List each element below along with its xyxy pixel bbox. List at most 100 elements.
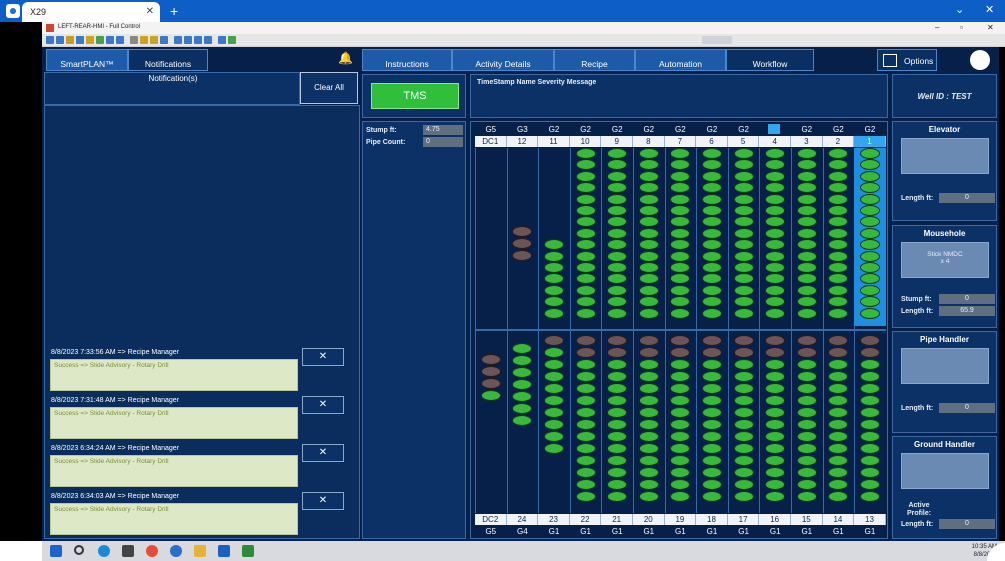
pipe-joint-used[interactable] — [480, 378, 501, 389]
pipe-joint-used[interactable] — [512, 226, 533, 237]
lower-slot-number[interactable]: 24 — [506, 514, 539, 525]
pipe-joint[interactable] — [765, 479, 786, 490]
pipe-joint[interactable] — [796, 431, 817, 442]
pipe-joint-used[interactable] — [607, 347, 628, 358]
pipe-joint-used[interactable] — [480, 354, 501, 365]
pipe-joint[interactable] — [702, 455, 722, 466]
pipe-joint[interactable] — [670, 359, 691, 370]
toolbar-icon-12[interactable] — [160, 36, 168, 44]
pipe-joint[interactable] — [860, 250, 880, 262]
toolbar-icon-5[interactable] — [86, 36, 94, 44]
pipe-joint[interactable] — [796, 148, 817, 159]
pipe-joint[interactable] — [733, 227, 754, 239]
pipe-joint[interactable] — [544, 383, 564, 394]
pipe-joint[interactable] — [607, 467, 628, 478]
pipe-joint[interactable] — [733, 216, 754, 228]
pipe-joint[interactable] — [638, 227, 659, 239]
pipe-joint[interactable] — [765, 205, 786, 216]
toolbar-icon-18[interactable] — [228, 36, 236, 44]
pipe-joint[interactable] — [733, 239, 754, 251]
pipe-joint[interactable] — [607, 359, 628, 370]
pipe-joint[interactable] — [670, 148, 691, 159]
pipe-joint[interactable] — [860, 359, 880, 370]
new-tab-button[interactable]: + — [170, 3, 178, 19]
pipe-joint[interactable] — [607, 395, 628, 406]
pipe-joint[interactable] — [702, 419, 722, 430]
pipe-joint[interactable] — [544, 284, 564, 296]
pipe-joint[interactable] — [860, 479, 880, 490]
toolbar-icon-3[interactable] — [66, 36, 74, 44]
close-tab-icon[interactable]: ✕ — [146, 6, 154, 17]
pipe-joint[interactable] — [575, 159, 596, 171]
pipe-joint[interactable] — [796, 455, 817, 466]
upper-slot-number[interactable]: 10 — [569, 136, 602, 147]
pipe-joint-used[interactable] — [828, 335, 849, 346]
pipe-joint[interactable] — [607, 284, 628, 296]
upper-slot-number[interactable]: 12 — [506, 136, 539, 147]
pipe-joint[interactable] — [607, 170, 628, 182]
pipe-joint[interactable] — [733, 284, 754, 296]
pipe-joint[interactable] — [796, 284, 817, 296]
pipe-joint[interactable] — [796, 159, 817, 171]
pipe-joint[interactable] — [575, 359, 596, 370]
pipe-joint[interactable] — [828, 431, 849, 442]
edge-icon[interactable] — [98, 545, 110, 557]
pipe-joint[interactable] — [765, 419, 786, 430]
lower-slot-number[interactable]: 13 — [854, 514, 886, 525]
pipe-joint[interactable] — [828, 205, 849, 216]
pipe-joint[interactable] — [796, 395, 817, 406]
tab-automation[interactable]: Automation — [635, 49, 726, 71]
pipe-joint[interactable] — [828, 159, 849, 171]
pipe-joint[interactable] — [733, 419, 754, 430]
pipe-joint[interactable] — [828, 359, 849, 370]
pipe-joint[interactable] — [575, 419, 596, 430]
pipe-joint[interactable] — [765, 359, 786, 370]
pipe-joint[interactable] — [670, 479, 691, 490]
pipe-joint[interactable] — [544, 431, 564, 442]
pipe-joint[interactable] — [544, 296, 564, 308]
pipe-joint[interactable] — [765, 371, 786, 382]
pipe-joint[interactable] — [638, 148, 659, 159]
pipe-joint[interactable] — [702, 148, 722, 159]
pipe-joint[interactable] — [733, 491, 754, 502]
pipe-joint[interactable] — [828, 284, 849, 296]
pipe-joint[interactable] — [828, 296, 849, 308]
pipe-joint[interactable] — [702, 383, 722, 394]
pipe-joint[interactable] — [733, 431, 754, 442]
pipe-joint-used[interactable] — [512, 238, 533, 249]
pipe-joint-used[interactable] — [512, 250, 533, 261]
upper-slot-number[interactable]: 11 — [538, 136, 570, 147]
pipe-joint[interactable] — [575, 273, 596, 285]
pipe-joint[interactable] — [607, 431, 628, 442]
pipe-joint[interactable] — [607, 193, 628, 205]
lower-slot-number[interactable]: 19 — [664, 514, 697, 525]
search-icon[interactable] — [74, 545, 84, 555]
pipe-joint[interactable] — [765, 431, 786, 442]
pipe-joint[interactable] — [860, 455, 880, 466]
close-window-icon[interactable]: ✕ — [985, 3, 994, 16]
pipe-joint[interactable] — [638, 193, 659, 205]
pipe-joint-used[interactable] — [796, 347, 817, 358]
upper-slot-number[interactable]: DC1 — [475, 136, 507, 147]
pipe-joint[interactable] — [638, 284, 659, 296]
pipe-joint[interactable] — [733, 148, 754, 159]
pipe-joint[interactable] — [638, 307, 659, 319]
pipe-joint[interactable] — [733, 262, 754, 273]
pipe-joint[interactable] — [575, 407, 596, 418]
file-explorer-icon[interactable] — [194, 545, 206, 557]
pipe-joint[interactable] — [670, 383, 691, 394]
clear-all-button[interactable]: Clear All — [300, 72, 358, 104]
pipe-joint[interactable] — [607, 216, 628, 228]
pipe-joint[interactable] — [575, 262, 596, 273]
pipe-joint[interactable] — [544, 371, 564, 382]
pipe-joint[interactable] — [796, 307, 817, 319]
pipe-joint[interactable] — [702, 443, 722, 454]
pipe-joint[interactable] — [860, 443, 880, 454]
upper-slot-number[interactable]: 6 — [696, 136, 728, 147]
toolbar-icon-16[interactable] — [204, 36, 212, 44]
pipe-joint[interactable] — [670, 284, 691, 296]
tab-notifications[interactable]: Notifications — [128, 49, 208, 71]
pipe-joint[interactable] — [670, 395, 691, 406]
pipe-joint-used[interactable] — [670, 347, 691, 358]
lower-slot-number[interactable]: 16 — [759, 514, 791, 525]
